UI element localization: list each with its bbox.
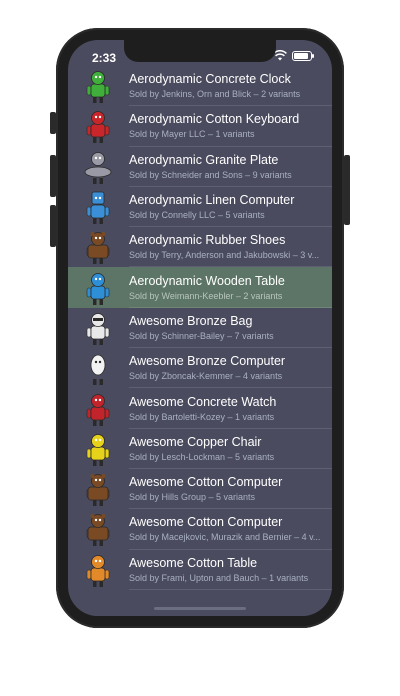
product-subtitle: Sold by Frami, Upton and Bauch – 1 varia… [129,572,309,583]
stage: 2:33 Aerodynamic Concrete Clock Sold by J… [0,0,400,696]
product-subtitle: Sold by Jenkins, Orn and Blick – 2 varia… [129,89,301,100]
home-indicator[interactable] [154,607,246,610]
product-title: Awesome Cotton Computer [129,475,283,490]
product-figure-icon [78,107,118,145]
product-text: Aerodynamic Rubber Shoes Sold by Terry, A… [129,233,332,261]
product-title: Aerodynamic Cotton Keyboard [129,112,300,127]
product-text: Awesome Copper Chair Sold by Lesch-Lockma… [129,435,332,463]
product-text: Aerodynamic Linen Computer Sold by Connel… [129,193,332,221]
product-title: Awesome Bronze Computer [129,354,286,369]
product-title: Awesome Bronze Bag [129,313,253,328]
product-subtitle: Sold by Schinner-Bailey – 7 variants [129,330,274,341]
product-row[interactable]: Aerodynamic Wooden Table Sold by Weimann-… [68,267,332,308]
product-figure-icon [78,551,118,589]
product-title: Aerodynamic Wooden Table [129,273,285,288]
product-row[interactable]: Aerodynamic Granite Plate Sold by Schneid… [68,147,332,187]
product-row[interactable]: Awesome Concrete Watch Sold by Bartoletti… [68,388,332,429]
product-figure-icon [78,349,118,387]
product-title: Awesome Cotton Table [129,555,258,570]
battery-icon [292,50,314,61]
product-subtitle: Sold by Lesch-Lockman – 5 variants [129,451,275,462]
product-subtitle: Sold by Zboncak-Kemmer – 4 variants [129,371,283,382]
product-text: Awesome Bronze Computer Sold by Zboncak-K… [129,354,332,382]
product-text: Awesome Cotton Table Sold by Frami, Upton… [129,556,332,584]
status-icons [273,50,314,61]
product-row[interactable]: Awesome Bronze Bag Sold by Schinner-Baile… [68,308,332,349]
product-subtitle: Sold by Weimann-Keebler – 2 variants [129,290,283,301]
product-row[interactable]: Awesome Cotton Computer Sold by Macejkovi… [68,509,332,550]
product-subtitle: Sold by Mayer LLC – 1 variants [129,129,255,140]
product-figure-icon [78,188,118,226]
notch [124,40,276,62]
product-row[interactable]: Aerodynamic Rubber Shoes Sold by Terry, A… [68,227,332,268]
product-figure-icon [78,309,118,347]
bottom-safe-area [68,590,332,616]
product-figure-icon [78,430,118,468]
product-row[interactable]: Awesome Copper Chair Sold by Lesch-Lockma… [68,429,332,469]
product-subtitle: Sold by Connelly LLC – 5 variants [129,210,265,221]
product-row[interactable]: Aerodynamic Linen Computer Sold by Connel… [68,187,332,228]
product-title: Awesome Cotton Computer [129,515,283,530]
product-row[interactable]: Awesome Cotton Computer Sold by Hills Gro… [68,469,332,510]
product-figure-icon [78,470,118,508]
product-title: Aerodynamic Linen Computer [129,193,295,208]
product-subtitle: Sold by Hills Group – 5 variants [129,492,256,503]
product-text: Aerodynamic Cotton Keyboard Sold by Mayer… [129,112,332,140]
status-time: 2:33 [92,51,117,65]
product-text: Awesome Cotton Computer Sold by Macejkovi… [129,515,332,543]
product-subtitle: Sold by Terry, Anderson and Jakubowski –… [129,250,320,261]
product-text: Aerodynamic Concrete Clock Sold by Jenkin… [129,72,332,100]
product-title: Aerodynamic Granite Plate [129,152,279,167]
product-subtitle: Sold by Bartoletti-Kozey – 1 variants [129,411,275,422]
product-text: Awesome Cotton Computer Sold by Hills Gro… [129,475,332,503]
product-text: Awesome Concrete Watch Sold by Bartoletti… [129,395,332,423]
product-figure-icon [78,269,118,307]
product-title: Aerodynamic Rubber Shoes [129,233,286,248]
product-list: Aerodynamic Concrete Clock Sold by Jenkin… [68,66,332,590]
power-button [344,155,350,225]
product-text: Aerodynamic Wooden Table Sold by Weimann-… [129,274,332,302]
product-text: Awesome Bronze Bag Sold by Schinner-Baile… [129,314,332,342]
product-figure-icon [78,510,118,548]
product-text: Aerodynamic Granite Plate Sold by Schneid… [129,153,332,181]
product-subtitle: Sold by Schneider and Sons – 9 variants [129,169,292,180]
product-title: Awesome Copper Chair [129,434,262,449]
product-title: Awesome Concrete Watch [129,394,277,409]
product-row[interactable]: Awesome Bronze Computer Sold by Zboncak-K… [68,348,332,389]
product-figure-icon [78,148,118,186]
product-subtitle: Sold by Macejkovic, Murazik and Bernier … [129,532,321,543]
product-figure-icon [78,228,118,266]
product-figure-icon [78,390,118,428]
product-title: Aerodynamic Concrete Clock [129,72,291,87]
phone-screen: 2:33 Aerodynamic Concrete Clock Sold by J… [68,40,332,616]
product-row[interactable]: Awesome Cotton Table Sold by Frami, Upton… [68,550,332,590]
product-row[interactable]: Aerodynamic Cotton Keyboard Sold by Mayer… [68,106,332,147]
